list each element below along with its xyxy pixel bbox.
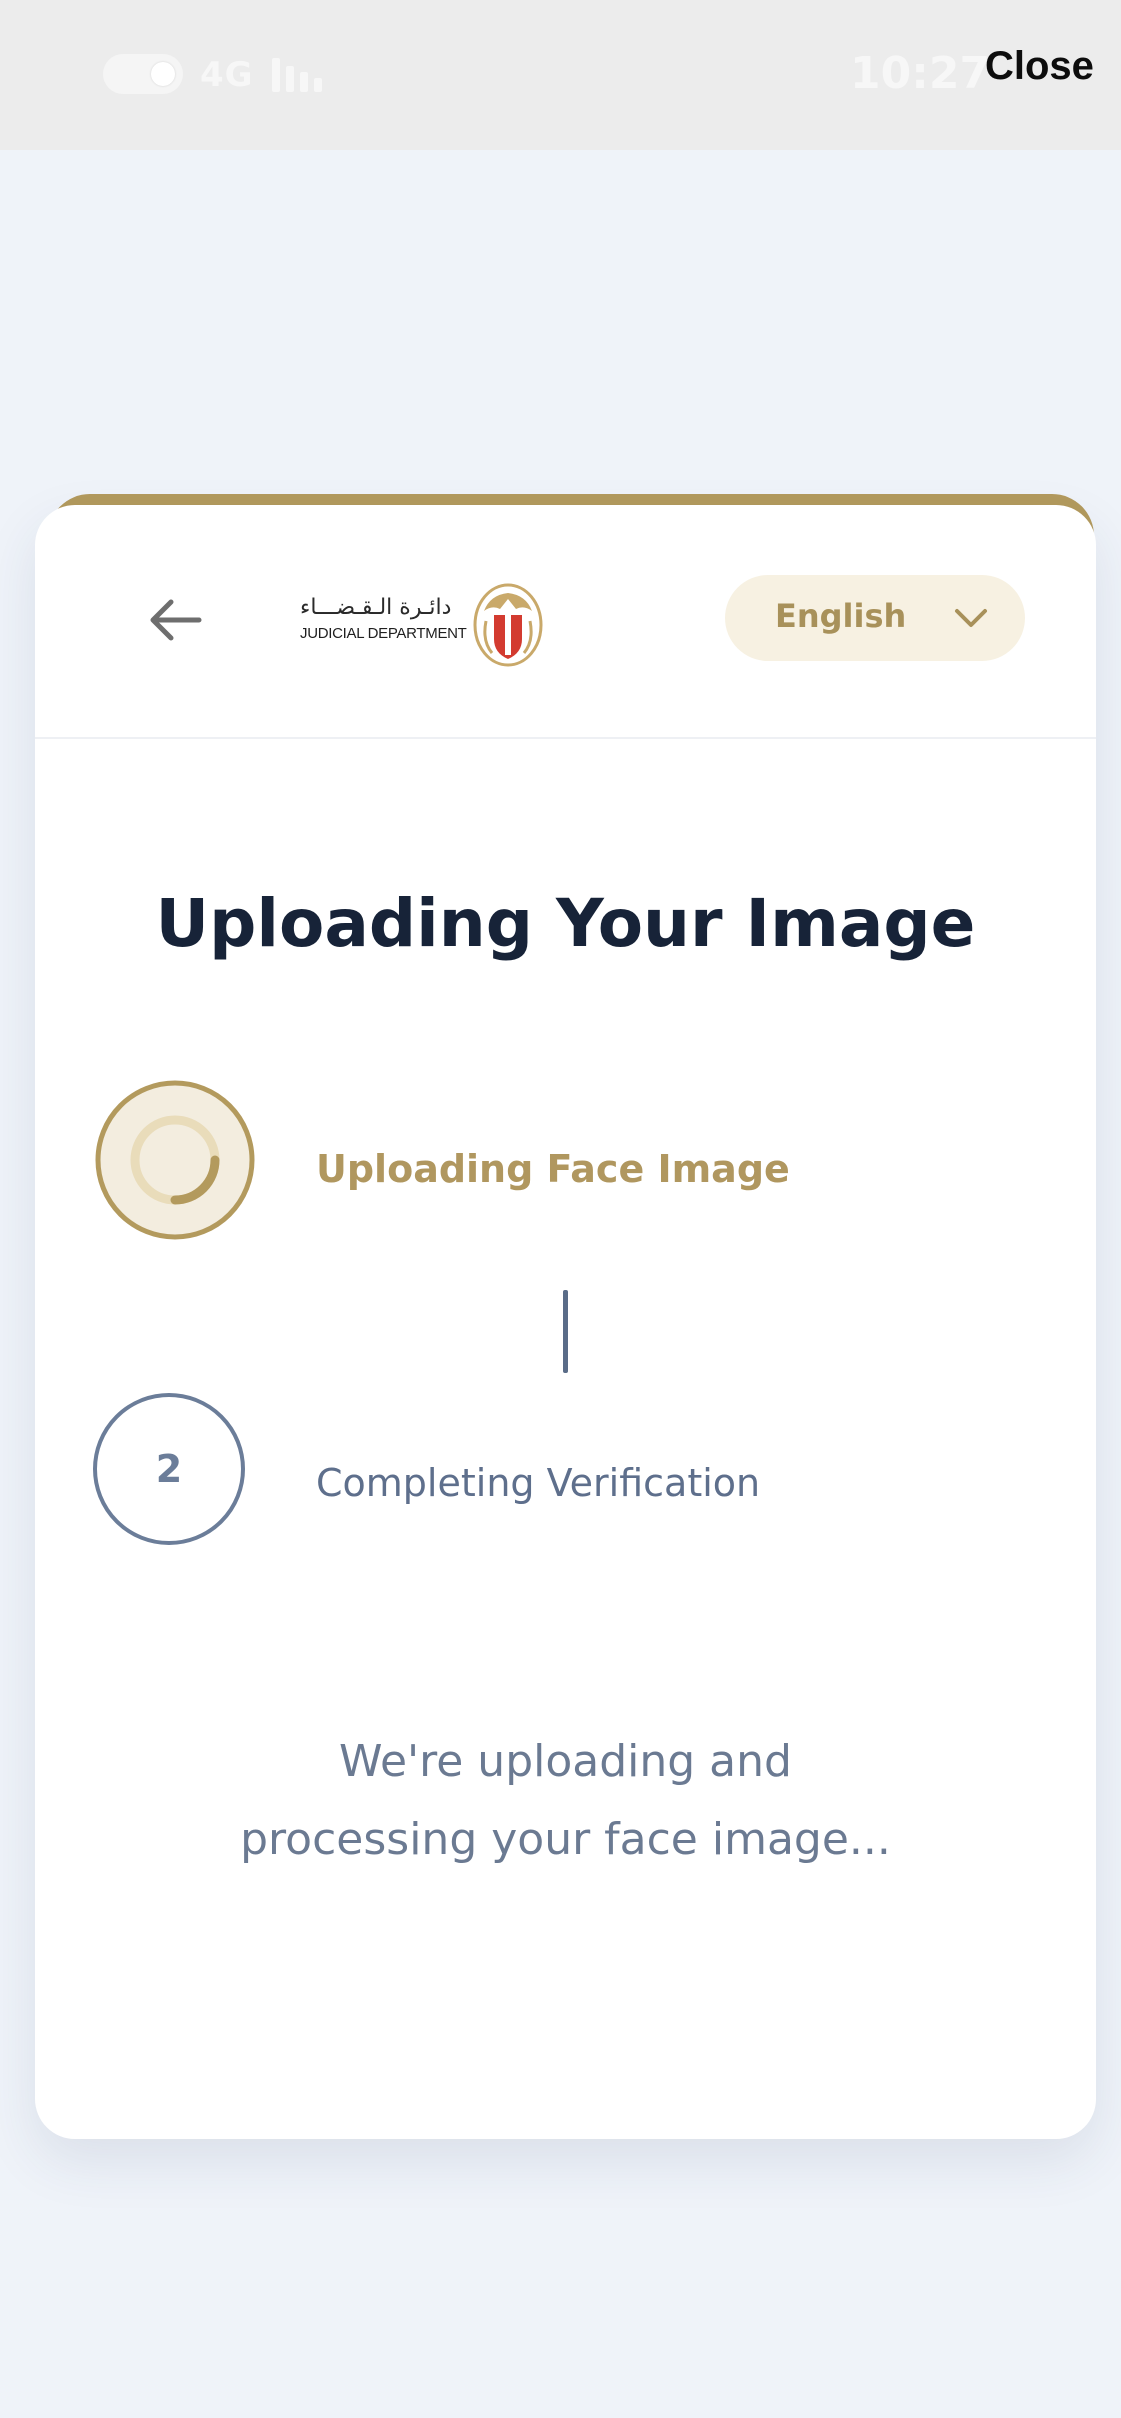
step-1-label: Uploading Face Image — [316, 1147, 790, 1191]
card-header: دائـرة الـقـضـــاء JUDICIAL DEPARTMENT E… — [35, 505, 1096, 739]
language-selected-label: English — [775, 597, 907, 635]
toggle-icon — [103, 54, 183, 94]
page-title: Uploading Your Image — [155, 885, 976, 962]
signal-bars-icon — [272, 56, 332, 92]
language-dropdown[interactable]: English — [725, 575, 1025, 661]
logo-english-text: JUDICIAL DEPARTMENT — [300, 625, 467, 642]
status-bar: 4G 10:27 Close — [0, 0, 1121, 150]
toggle-knob — [151, 62, 175, 86]
status-message-line-2: processing your face image... — [240, 1814, 891, 1865]
judicial-department-logo: دائـرة الـقـضـــاء JUDICIAL DEPARTMENT — [260, 573, 560, 673]
arrow-left-icon — [150, 599, 202, 641]
logo-arabic-text: دائـرة الـقـضـــاء — [300, 595, 452, 620]
clock-time: 10:27 — [850, 48, 991, 99]
step-2-indicator: 2 — [93, 1393, 245, 1545]
back-button[interactable] — [137, 585, 217, 655]
step-2-number: 2 — [155, 1447, 183, 1491]
status-message: We're uploading and processing your face… — [35, 1723, 1096, 1879]
falcon-emblem-icon — [473, 583, 543, 667]
chevron-down-icon — [955, 609, 987, 627]
status-message-line-1: We're uploading and — [339, 1736, 792, 1787]
step-2-label: Completing Verification — [316, 1461, 761, 1505]
step-connector — [563, 1290, 568, 1373]
step-1-loading-spinner-icon — [95, 1080, 255, 1240]
network-type: 4G — [200, 55, 254, 95]
close-button[interactable]: Close — [985, 44, 1094, 89]
upload-card: دائـرة الـقـضـــاء JUDICIAL DEPARTMENT E… — [35, 505, 1096, 2139]
